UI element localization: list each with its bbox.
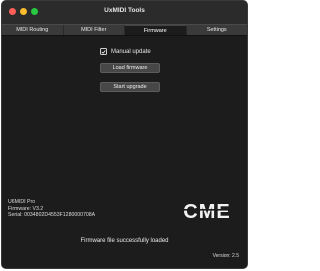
- checkmark-icon: [101, 49, 106, 54]
- firmware-version: Firmware: V3.2: [8, 205, 44, 212]
- tab-midi-filter[interactable]: MIDI Filter: [64, 25, 125, 35]
- app-window: UxMIDI Tools MIDI Routing MIDI Filter Fi…: [1, 0, 248, 269]
- device-name: U6MIDI Pro: [8, 199, 36, 205]
- start-upgrade-button[interactable]: Start upgrade: [100, 82, 160, 92]
- load-firmware-button[interactable]: Load firmware: [100, 63, 160, 73]
- app-version: Version: 2.5: [212, 253, 239, 259]
- logo-stripe: [183, 209, 231, 211]
- firmware-panel: Manual update Load firmware Start upgrad…: [2, 36, 247, 268]
- cme-logo: CME: [183, 201, 231, 222]
- window-title: UxMIDI Tools: [104, 7, 145, 14]
- manual-update-option[interactable]: Manual update: [100, 48, 151, 55]
- logo-text: CME: [183, 201, 230, 222]
- status-message: Firmware file successfully loaded: [80, 238, 169, 244]
- device-serial: Serial: 0034802D4553F1280000708A: [8, 212, 96, 219]
- tab-midi-routing[interactable]: MIDI Routing: [2, 25, 64, 35]
- manual-update-label: Manual update: [111, 48, 151, 55]
- tab-settings[interactable]: Settings: [187, 25, 248, 35]
- device-info: U6MIDI Pro Firmware: V3.2 Serial: 003480…: [8, 199, 95, 219]
- tab-bar: MIDI Routing MIDI Filter Firmware Settin…: [2, 24, 247, 36]
- tab-firmware[interactable]: Firmware: [125, 25, 187, 35]
- title-bar: UxMIDI Tools: [2, 1, 247, 24]
- manual-update-checkbox[interactable]: [100, 48, 107, 55]
